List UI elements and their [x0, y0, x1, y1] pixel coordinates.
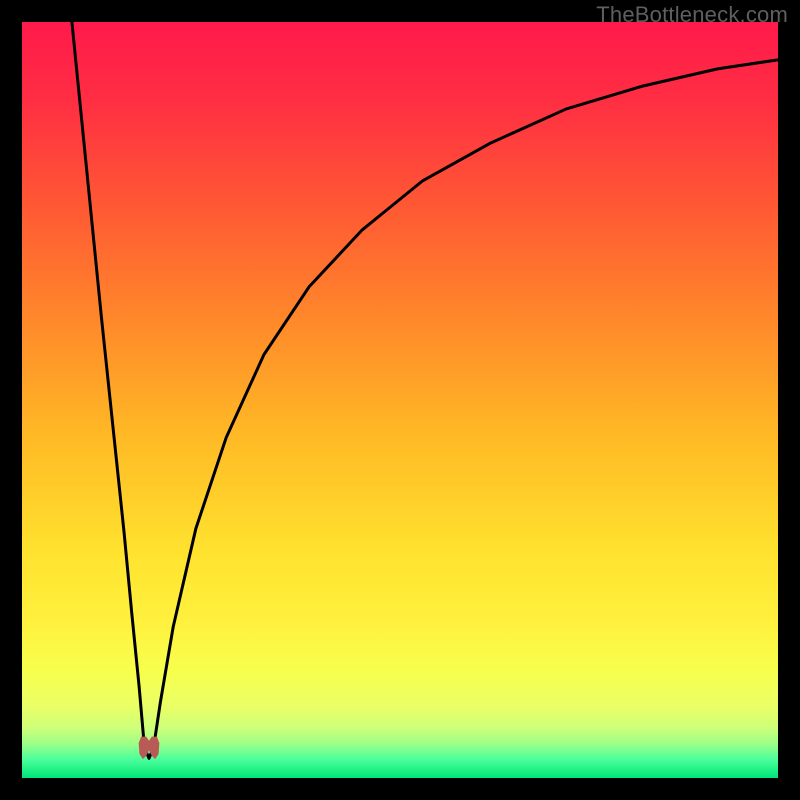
gradient-background [22, 22, 778, 778]
watermark-text: TheBottleneck.com [596, 2, 788, 28]
plot-area [22, 22, 778, 778]
chart-frame: TheBottleneck.com [0, 0, 800, 800]
bottleneck-curve-chart [22, 22, 778, 778]
